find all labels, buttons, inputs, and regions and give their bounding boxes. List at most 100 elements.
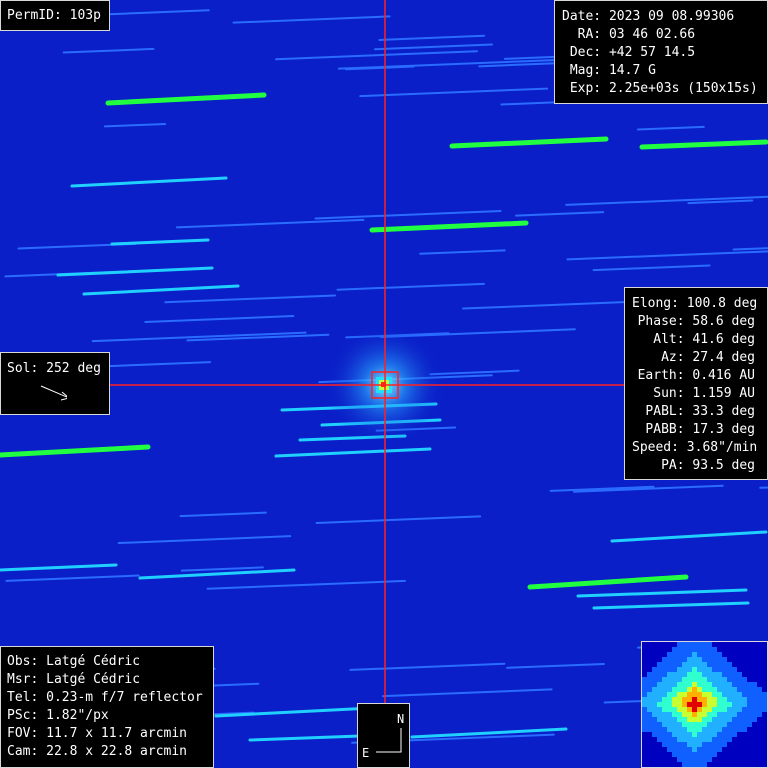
zoom-pixel xyxy=(657,662,662,667)
zoom-pixel xyxy=(742,712,747,717)
zoom-pixel xyxy=(687,742,692,747)
zoom-pixel xyxy=(692,667,697,672)
zoom-pixel xyxy=(692,677,697,682)
zoom-pixel xyxy=(697,707,702,712)
zoom-pixel xyxy=(722,722,727,727)
zoom-pixel xyxy=(707,747,712,752)
zoom-pixel xyxy=(657,692,662,697)
zoom-pixel xyxy=(742,707,747,712)
zoom-pixel xyxy=(707,677,712,682)
zoom-pixel xyxy=(647,692,652,697)
zoom-pixel xyxy=(712,717,717,722)
zoom-pixel xyxy=(727,727,732,732)
zoom-pixel xyxy=(687,722,692,727)
zoom-pixel xyxy=(742,687,747,692)
camera-line: Cam: 22.8 x 22.8 arcmin xyxy=(7,744,188,759)
zoom-pixel xyxy=(722,677,727,682)
zoom-pixel xyxy=(672,677,677,682)
zoom-pixel xyxy=(697,672,702,677)
zoom-pixel xyxy=(687,662,692,667)
zoom-pixel xyxy=(687,677,692,682)
zoom-pixel xyxy=(692,747,697,752)
zoom-pixel xyxy=(667,717,672,722)
zoom-pixel xyxy=(737,677,742,682)
zoom-pixel xyxy=(722,727,727,732)
zoom-pixel xyxy=(692,697,697,702)
zoom-pixel xyxy=(652,717,657,722)
zoom-pixel xyxy=(642,722,647,727)
zoom-pixel xyxy=(647,702,652,707)
zoom-pixel xyxy=(692,692,697,697)
zoom-pixel xyxy=(647,697,652,702)
zoom-pixel xyxy=(717,677,722,682)
zoom-pixel xyxy=(662,697,667,702)
zoom-pixel xyxy=(642,682,647,687)
zoom-pixel xyxy=(707,707,712,712)
zoom-pixel xyxy=(697,757,702,762)
zoom-pixel xyxy=(727,687,732,692)
zoom-pixel xyxy=(692,742,697,747)
observer-line: Obs: Latgé Cédric xyxy=(7,654,141,669)
zoom-pixel xyxy=(672,722,677,727)
zoom-pixel xyxy=(667,707,672,712)
sun-direction-arrow-icon xyxy=(40,385,67,401)
perm-id-label: PermID: 103p xyxy=(0,0,110,31)
zoom-pixel xyxy=(652,677,657,682)
zoom-pixel xyxy=(722,717,727,722)
zoom-pixel xyxy=(682,747,687,752)
zoom-pixel xyxy=(657,717,662,722)
zoom-pixel xyxy=(717,657,722,662)
zoom-pixel xyxy=(727,717,732,722)
zoom-pixel xyxy=(697,742,702,747)
zoom-pixel xyxy=(762,697,767,702)
zoom-pixel xyxy=(652,722,657,727)
zoom-pixel xyxy=(707,737,712,742)
zoom-pixel xyxy=(722,672,727,677)
zoom-pixel xyxy=(667,737,672,742)
zoom-pixel xyxy=(717,672,722,677)
zoom-pixel xyxy=(687,667,692,672)
zoom-pixel xyxy=(757,697,762,702)
zoom-pixel xyxy=(717,682,722,687)
zoom-pixel xyxy=(682,732,687,737)
zoom-pixel xyxy=(697,657,702,662)
zoom-pixel xyxy=(682,662,687,667)
zoom-pixel xyxy=(707,727,712,732)
zoom-pixel xyxy=(732,722,737,727)
zoom-pixel xyxy=(677,687,682,692)
zoom-pixel xyxy=(657,682,662,687)
zoom-pixel xyxy=(762,702,767,707)
zoom-pixel xyxy=(687,747,692,752)
zoom-pixel xyxy=(697,722,702,727)
observation-info-panel: Date: 2023 09 08.99306 RA: 03 46 02.66 D… xyxy=(554,0,768,104)
zoom-pixel xyxy=(687,672,692,677)
zoom-pixel xyxy=(732,717,737,722)
zoom-pixel xyxy=(697,747,702,752)
zoom-pixel xyxy=(682,642,687,647)
zoom-pixel xyxy=(702,762,707,767)
zoom-pixel xyxy=(747,697,752,702)
zoom-pixel xyxy=(657,732,662,737)
zoom-pixel xyxy=(692,682,697,687)
zoom-pixel xyxy=(672,717,677,722)
zoom-pixel xyxy=(717,687,722,692)
zoom-pixel xyxy=(692,722,697,727)
zoom-pixel xyxy=(707,722,712,727)
zoom-pixel xyxy=(677,707,682,712)
zoom-pixel xyxy=(707,702,712,707)
sol-text: Sol: 252 deg xyxy=(7,361,101,376)
zoom-pixel xyxy=(692,687,697,692)
zoom-pixel xyxy=(657,702,662,707)
zoom-pixel xyxy=(717,662,722,667)
zoom-pixel xyxy=(712,712,717,717)
zoom-pixel xyxy=(672,727,677,732)
zoom-pixel xyxy=(742,727,747,732)
zoom-pixel xyxy=(747,702,752,707)
zoom-pixel xyxy=(712,702,717,707)
zoom-pixel xyxy=(687,687,692,692)
zoom-pixel xyxy=(722,737,727,742)
zoom-pixel xyxy=(647,712,652,717)
zoom-pixel xyxy=(682,707,687,712)
zoom-pixel xyxy=(687,652,692,657)
zoom-pixel xyxy=(737,672,742,677)
